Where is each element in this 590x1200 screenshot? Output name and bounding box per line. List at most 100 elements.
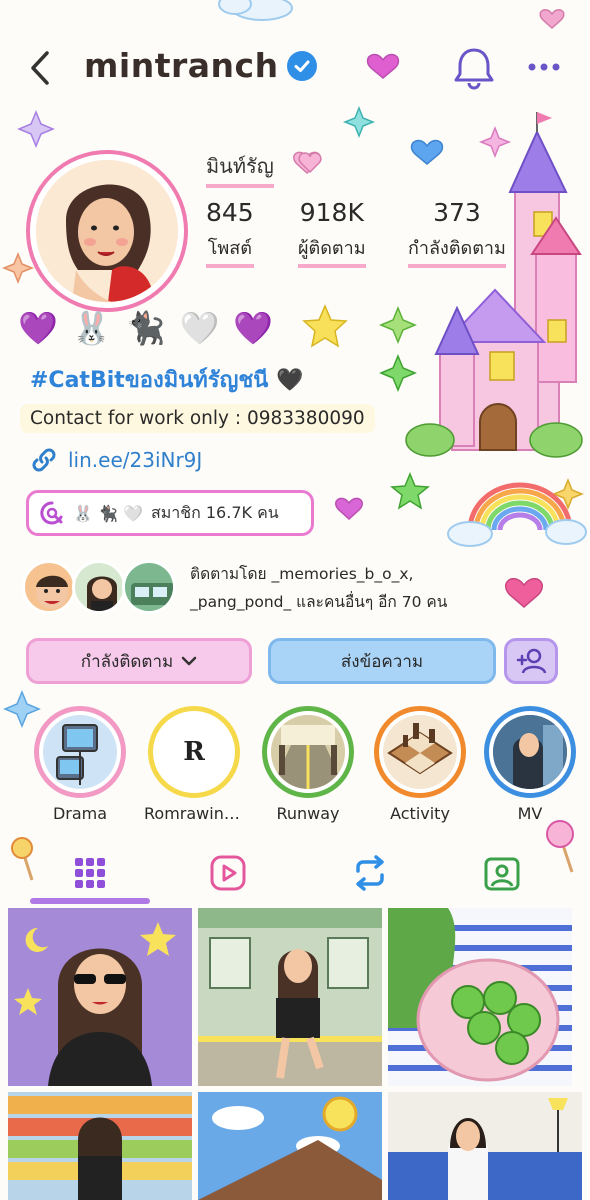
highlight-cover: [271, 715, 345, 789]
following-count: 373: [433, 198, 481, 227]
tab-reposts[interactable]: [340, 848, 400, 898]
channel-icon: [40, 501, 63, 525]
back-chevron-icon: [31, 51, 49, 85]
repost-icon: [356, 855, 384, 891]
posts-label: โพสต์: [206, 233, 254, 268]
highlight-cover: [43, 715, 117, 789]
followers-label: ผู้ติดตาม: [298, 233, 366, 268]
reels-icon: [210, 855, 246, 891]
highlight-cover: [383, 715, 457, 789]
posts-count: 845: [206, 198, 254, 227]
verified-badge-icon: [286, 50, 317, 81]
bio-hashtag[interactable]: #CatBitของมินท์รัญชนี 🖤: [30, 362, 303, 397]
purple-heart-emoji: 💜: [18, 309, 58, 347]
purple-heart-emoji: 💜: [233, 309, 274, 347]
stat-followers[interactable]: 918K ผู้ติดตาม: [298, 198, 366, 268]
rainbow-doodle: [447, 482, 587, 547]
active-tab-indicator: [30, 898, 150, 904]
rabbit-emoji: 🐰: [71, 309, 112, 347]
bell-icon: [454, 48, 494, 90]
sparkle-doodle: [379, 306, 417, 344]
highlight-romrawin[interactable]: R Romrawincli...: [144, 706, 244, 823]
sparkle-doodle: [379, 354, 417, 392]
highlight-label: Runway: [276, 804, 340, 823]
highlight-runway[interactable]: Runway: [258, 706, 358, 823]
highlight-activity[interactable]: Activity: [370, 706, 470, 823]
broadcast-channel-pill[interactable]: 🐰 🐈‍⬛ 🤍 สมาชิก 16.7K คน: [26, 490, 314, 536]
bio-emoji-row: 💜 🐰 🐈‍⬛ 🤍 💜: [18, 308, 273, 348]
bio-contact: Contact for work only : 0983380090: [20, 404, 375, 433]
post-tile[interactable]: [198, 908, 382, 1086]
following-button[interactable]: กำลังติดตาม: [26, 638, 252, 684]
tab-tagged[interactable]: [472, 848, 532, 898]
white-heart-emoji: 🤍: [179, 309, 220, 347]
post-tile[interactable]: [198, 1092, 382, 1200]
link-icon: [32, 448, 56, 472]
heart-doodle: [410, 139, 444, 165]
cloud-doodle: [218, 0, 293, 21]
more-options-button[interactable]: [524, 52, 564, 82]
highlight-mv[interactable]: MV: [480, 706, 580, 823]
heart-doodle: [539, 9, 565, 30]
tagged-icon: [484, 857, 520, 891]
tab-reels[interactable]: [198, 848, 258, 898]
add-user-icon: [516, 648, 547, 674]
highlight-drama[interactable]: Drama: [30, 706, 130, 823]
stat-posts[interactable]: 845 โพสต์: [206, 198, 254, 268]
followed-by-text[interactable]: ติดตามโดย _memories_b_o_x, _pang_pond_ แ…: [190, 560, 490, 616]
highlight-letter: R: [183, 737, 205, 767]
black-cat-emoji: 🐈‍⬛: [125, 309, 166, 347]
profile-username-header: mintranch: [84, 46, 317, 85]
highlight-ring: [262, 706, 354, 798]
highlight-ring: R: [148, 706, 240, 798]
post-tile[interactable]: [8, 1092, 192, 1200]
channel-emojis: 🐰 🐈‍⬛ 🤍: [73, 503, 143, 523]
heart-icon: [298, 152, 322, 174]
post-tile[interactable]: [8, 908, 192, 1086]
star-doodle: [302, 304, 348, 348]
post-tile[interactable]: [388, 1092, 582, 1200]
highlight-ring: [374, 706, 466, 798]
profile-avatar[interactable]: [26, 150, 188, 312]
display-name: มินท์รัญ: [206, 150, 274, 188]
bio-link[interactable]: lin.ee/23iNr9J: [30, 446, 202, 474]
post-tile[interactable]: [388, 908, 572, 1086]
highlight-cover: [493, 715, 567, 789]
tab-grid[interactable]: [60, 848, 120, 898]
followed-by-avatars[interactable]: [22, 560, 182, 616]
stat-following[interactable]: 373 กำลังติดตาม: [408, 198, 506, 268]
following-label: กำลังติดตาม: [408, 233, 506, 268]
follower-avatar: [22, 560, 76, 614]
castle-doodle: [405, 112, 583, 458]
black-heart-emoji: 🖤: [276, 368, 304, 393]
link-text: lin.ee/23iNr9J: [68, 448, 203, 472]
hashtag-text: #CatBitของมินท์รัญชนี: [30, 368, 269, 393]
highlight-label: Romrawincli...: [144, 804, 244, 823]
highlight-label: MV: [517, 804, 543, 823]
follower-avatar: [72, 560, 126, 614]
suggest-users-button[interactable]: [504, 638, 558, 684]
posts-grid: [8, 908, 582, 1200]
highlight-ring: [484, 706, 576, 798]
star-doodle: [390, 472, 430, 510]
message-button-label: ส่งข้อความ: [340, 651, 424, 672]
message-button[interactable]: ส่งข้อความ: [268, 638, 496, 684]
more-dots-icon: [528, 63, 560, 71]
sparkle-doodle: [342, 105, 376, 139]
sparkle-doodle: [17, 110, 55, 148]
highlight-ring: [34, 706, 126, 798]
highlight-label: Activity: [390, 804, 450, 823]
notifications-button[interactable]: [452, 44, 496, 90]
sparkle-doodle: [551, 477, 585, 511]
sparkle-doodle: [478, 125, 512, 159]
sparkle-doodle: [1, 251, 35, 285]
followers-count: 918K: [299, 198, 364, 227]
grid-icon: [75, 858, 105, 888]
highlight-label: Drama: [52, 804, 108, 823]
channel-members: สมาชิก 16.7K คน: [150, 502, 279, 522]
back-button[interactable]: [22, 44, 58, 92]
heart-doodle: [335, 497, 363, 521]
heart-doodle: [504, 578, 544, 608]
highlight-cover: R: [157, 715, 231, 789]
username: mintranch: [84, 46, 279, 85]
